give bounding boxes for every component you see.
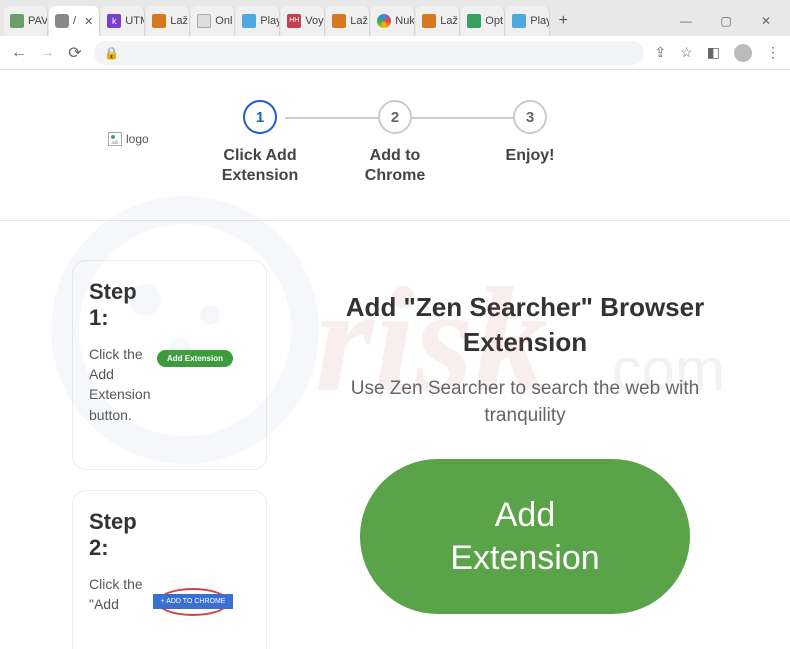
- favicon-icon: [512, 14, 526, 28]
- tab-0[interactable]: PAV: [4, 6, 48, 36]
- close-window-button[interactable]: ✕: [746, 6, 786, 36]
- mini-add-to-chrome-button: + ADD TO CHROME: [153, 594, 234, 609]
- add-extension-button[interactable]: Add Extension: [360, 459, 690, 614]
- tab-9[interactable]: Laž: [416, 6, 460, 36]
- main-cta-area: Add "Zen Searcher" Browser Extension Use…: [310, 290, 740, 614]
- divider: [0, 220, 790, 221]
- favicon-icon: [242, 14, 256, 28]
- highlight-circle: + ADD TO CHROME: [157, 588, 229, 616]
- step-label-1: Click Add Extension: [205, 146, 315, 186]
- sidepanel-icon[interactable]: ◧: [707, 44, 720, 62]
- step-label-2: Add to Chrome: [340, 146, 450, 186]
- browser-titlebar: PAV /✕ kUTM Laž Onl Play HHVoy Laž Nuk L…: [0, 0, 790, 36]
- step-label-3: Enjoy!: [506, 146, 555, 166]
- tab-7[interactable]: Laž: [326, 6, 370, 36]
- menu-icon[interactable]: ⋮: [766, 44, 780, 62]
- window-controls: — ▢ ✕: [666, 6, 786, 36]
- reload-button[interactable]: ⟳: [66, 43, 84, 63]
- tab-8[interactable]: Nuk: [371, 6, 415, 36]
- favicon-icon: [152, 14, 166, 28]
- lock-icon: 🔒: [104, 46, 119, 60]
- maximize-button[interactable]: ▢: [706, 6, 746, 36]
- card-2-text: Click the "Add: [89, 574, 147, 615]
- mini-add-extension-button: Add Extension: [157, 350, 233, 367]
- close-tab-icon[interactable]: ✕: [84, 15, 93, 28]
- tab-10[interactable]: Opt: [461, 6, 505, 36]
- card-1-title: Step 1:: [89, 279, 144, 332]
- instruction-card-2: Step 2: Click the "Add + ADD TO CHROME: [72, 490, 267, 649]
- favicon-icon: [422, 14, 436, 28]
- step-2: 2 Add to Chrome: [340, 100, 450, 186]
- progress-stepper: 1 Click Add Extension 2 Add to Chrome 3 …: [205, 100, 585, 186]
- address-bar[interactable]: 🔒: [94, 41, 644, 65]
- step-3: 3 Enjoy!: [475, 100, 585, 166]
- main-title: Add "Zen Searcher" Browser Extension: [310, 290, 740, 360]
- favicon-icon: [377, 14, 391, 28]
- tab-1-active[interactable]: /✕: [49, 6, 100, 36]
- browser-toolbar: ← → ⟳ 🔒 ⇪ ☆ ◧ ⋮: [0, 36, 790, 70]
- card-2-title: Step 2:: [89, 509, 144, 562]
- page-content: logo 1 Click Add Extension 2 Add to Chro…: [0, 70, 790, 649]
- forward-button[interactable]: →: [38, 44, 56, 62]
- broken-logo-image: logo: [108, 132, 149, 146]
- new-tab-button[interactable]: +: [551, 6, 575, 36]
- step-1: 1 Click Add Extension: [205, 100, 315, 186]
- instruction-card-1: Step 1: Click the Add Extension button. …: [72, 260, 267, 470]
- profile-icon[interactable]: [734, 44, 752, 62]
- tab-5[interactable]: Play: [236, 6, 280, 36]
- tab-4[interactable]: Onl: [191, 6, 235, 36]
- tab-3[interactable]: Laž: [146, 6, 190, 36]
- main-subtitle: Use Zen Searcher to search the web with …: [310, 376, 740, 429]
- favicon-icon: [332, 14, 346, 28]
- bookmark-icon[interactable]: ☆: [680, 44, 693, 62]
- tab-11[interactable]: Play: [506, 6, 550, 36]
- favicon-icon: [197, 14, 211, 28]
- favicon-icon: [10, 14, 24, 28]
- card-1-text: Click the Add Extension button.: [89, 344, 147, 425]
- extension-icon: [55, 14, 69, 28]
- favicon-icon: [467, 14, 481, 28]
- tab-6[interactable]: HHVoy: [281, 6, 325, 36]
- step-circle-2: 2: [378, 100, 412, 134]
- broken-image-icon: [108, 132, 122, 146]
- favicon-icon: HH: [287, 14, 301, 28]
- back-button[interactable]: ←: [10, 44, 28, 62]
- tab-2[interactable]: kUTM: [101, 6, 145, 36]
- favicon-icon: k: [107, 14, 121, 28]
- step-circle-1: 1: [243, 100, 277, 134]
- step-circle-3: 3: [513, 100, 547, 134]
- share-icon[interactable]: ⇪: [654, 44, 666, 62]
- minimize-button[interactable]: —: [666, 6, 706, 36]
